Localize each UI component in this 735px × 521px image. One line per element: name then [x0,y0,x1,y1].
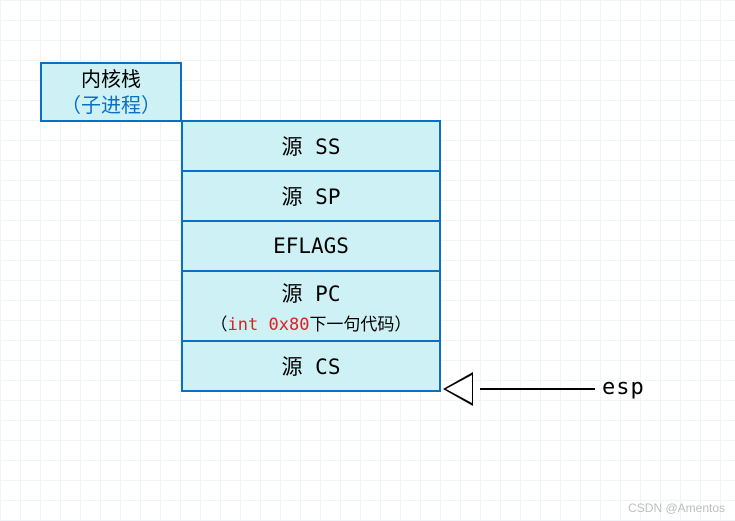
stack-frame: 源 SS 源 SP EFLAGS 源 PC （int 0x80下一句代码） 源 … [181,122,441,392]
watermark: CSDN @Amentos [628,501,725,515]
cell-label: 源 SP [282,181,341,211]
stack-cell-ss: 源 SS [181,120,441,172]
stack-cell-pc: 源 PC （int 0x80下一句代码） [181,270,441,342]
esp-arrowhead-icon [443,372,473,406]
code-text: int 0x80 [228,315,310,335]
cell-label: 源 SS [282,131,341,161]
kernel-stack-header: 内核栈 （子进程） [40,62,182,122]
esp-label: esp [602,375,645,400]
header-title: 内核栈 [81,66,141,92]
header-subtitle: （子进程） [61,92,161,118]
cell-label: 源 PC [282,278,341,308]
cell-label: EFLAGS [273,234,349,258]
cell-sublabel: （int 0x80下一句代码） [211,310,412,335]
esp-pointer-line [480,388,595,390]
stack-cell-eflags: EFLAGS [181,220,441,272]
stack-cell-cs: 源 CS [181,340,441,392]
stack-cell-sp: 源 SP [181,170,441,222]
cell-label: 源 CS [282,351,341,381]
